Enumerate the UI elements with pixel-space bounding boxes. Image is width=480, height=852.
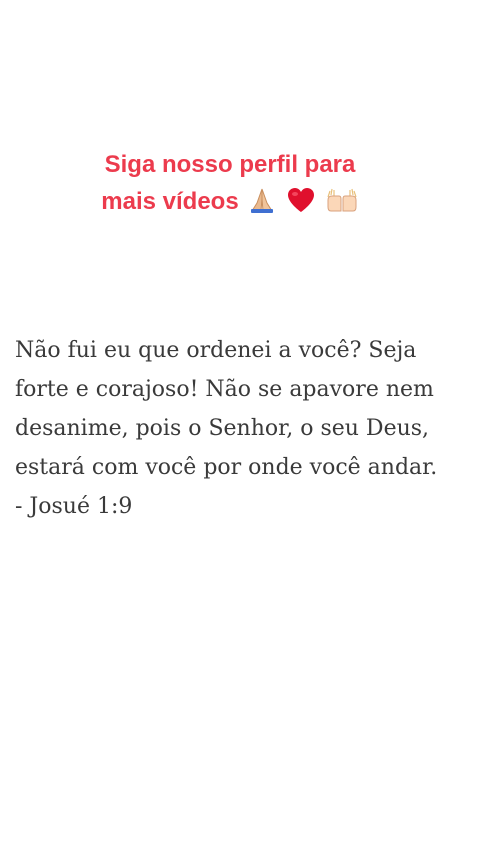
verse-line-1: Não fui eu que ordenei a você? Seja: [15, 338, 417, 363]
story-screen: Siga nosso perfil para mais vídeos Não f…: [0, 0, 480, 852]
caption-line-2-wrap: mais vídeos: [70, 183, 390, 224]
verse-line-3: desanime, pois o Senhor, o seu Deus,: [15, 416, 430, 441]
verse-line-2: forte e corajoso! Não se apavore nem: [15, 377, 434, 402]
verse-reference: - Josué 1:9: [15, 494, 133, 519]
verse-line-4: estará com você por onde você andar.: [15, 455, 438, 480]
caption-line-2: mais vídeos: [101, 188, 239, 215]
follow-profile-caption: Siga nosso perfil para mais vídeos: [70, 146, 390, 224]
praying-hands-icon: [247, 187, 277, 224]
raised-hands-icon: [325, 187, 359, 224]
red-heart-icon: [286, 187, 316, 224]
caption-line-1: Siga nosso perfil para: [104, 151, 356, 178]
bible-verse: Não fui eu que ordenei a você? Seja fort…: [15, 331, 475, 526]
